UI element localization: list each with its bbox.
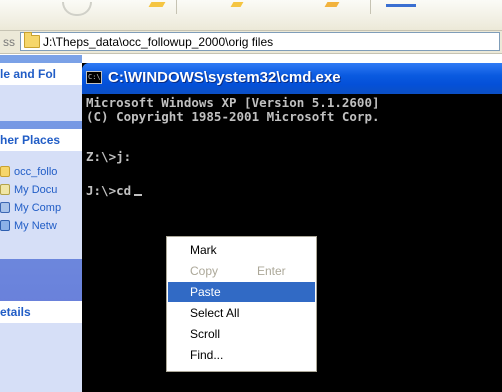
menu-item-copy: Copy Enter bbox=[168, 261, 315, 281]
menu-item-paste[interactable]: Paste bbox=[168, 282, 315, 302]
folder-icon bbox=[0, 166, 10, 177]
window-title: C:\WINDOWS\system32\cmd.exe bbox=[108, 69, 341, 86]
menu-item-label: Mark bbox=[190, 243, 217, 257]
menu-item-find[interactable]: Find... bbox=[168, 345, 315, 365]
other-places-link-my-network[interactable]: My Netw bbox=[0, 217, 82, 235]
computer-icon bbox=[0, 202, 10, 213]
network-icon bbox=[0, 220, 10, 231]
address-bar: ss J:\Theps_data\occ_followup_2000\orig … bbox=[0, 31, 502, 54]
folder-icon bbox=[24, 32, 40, 48]
back-button-icon[interactable] bbox=[62, 2, 92, 16]
folders-icon[interactable] bbox=[230, 2, 244, 7]
menu-item-mark[interactable]: Mark bbox=[168, 240, 315, 260]
address-field[interactable]: J:\Theps_data\occ_followup_2000\orig fil… bbox=[20, 32, 500, 51]
menu-item-label: Paste bbox=[190, 285, 221, 299]
other-places-header[interactable]: her Places bbox=[0, 129, 82, 151]
toolbar-separator bbox=[176, 0, 177, 14]
other-places-link-my-computer[interactable]: My Comp bbox=[0, 199, 82, 217]
search-icon[interactable] bbox=[148, 2, 166, 7]
menu-item-select-all[interactable]: Select All bbox=[168, 303, 315, 323]
console-icon[interactable]: C:\ bbox=[86, 71, 102, 84]
menu-item-scroll[interactable]: Scroll bbox=[168, 324, 315, 344]
context-menu: Mark Copy Enter Paste Select All Scroll F… bbox=[166, 236, 317, 372]
console-prompt: J:\>cd bbox=[86, 183, 132, 198]
menu-item-label: Scroll bbox=[190, 327, 221, 341]
other-places-label: My Docu bbox=[14, 184, 58, 196]
other-places-link-my-documents[interactable]: My Docu bbox=[0, 181, 82, 199]
menu-item-label: Copy bbox=[190, 264, 219, 278]
console-line: Z:\>j: bbox=[86, 149, 132, 164]
views-icon[interactable] bbox=[324, 2, 340, 7]
other-places-label: My Comp bbox=[14, 202, 62, 214]
other-places-body: occ_follo My Docu My Comp My Netw bbox=[0, 151, 82, 259]
text-cursor bbox=[134, 194, 143, 196]
cmd-titlebar[interactable]: C:\ C:\WINDOWS\system32\cmd.exe bbox=[82, 63, 502, 94]
toolbar-separator bbox=[370, 0, 371, 14]
menu-item-label: Find... bbox=[190, 348, 224, 362]
toolbar-button-icon[interactable] bbox=[386, 4, 416, 7]
menu-item-label: Select All bbox=[190, 306, 240, 320]
address-path[interactable]: J:\Theps_data\occ_followup_2000\orig fil… bbox=[43, 35, 273, 49]
other-places-label: My Netw bbox=[14, 220, 57, 232]
other-places-link-folder[interactable]: occ_follo bbox=[0, 163, 82, 181]
console-prompt-line: J:\>cd bbox=[86, 183, 143, 199]
address-label: ss bbox=[3, 35, 15, 49]
details-body bbox=[0, 323, 82, 392]
documents-icon bbox=[0, 184, 10, 195]
console-line: (C) Copyright 1985-2001 Microsoft Corp. bbox=[86, 109, 380, 124]
task-pane: le and Fol her Places occ_follo My Docu … bbox=[0, 55, 82, 392]
explorer-toolbar bbox=[0, 0, 502, 31]
details-header[interactable]: etails bbox=[0, 301, 82, 323]
other-places-label: occ_follo bbox=[14, 166, 58, 178]
file-folder-tasks-header[interactable]: le and Fol bbox=[0, 63, 82, 85]
file-folder-tasks-body bbox=[0, 85, 82, 121]
menu-item-shortcut: Enter bbox=[257, 264, 286, 278]
